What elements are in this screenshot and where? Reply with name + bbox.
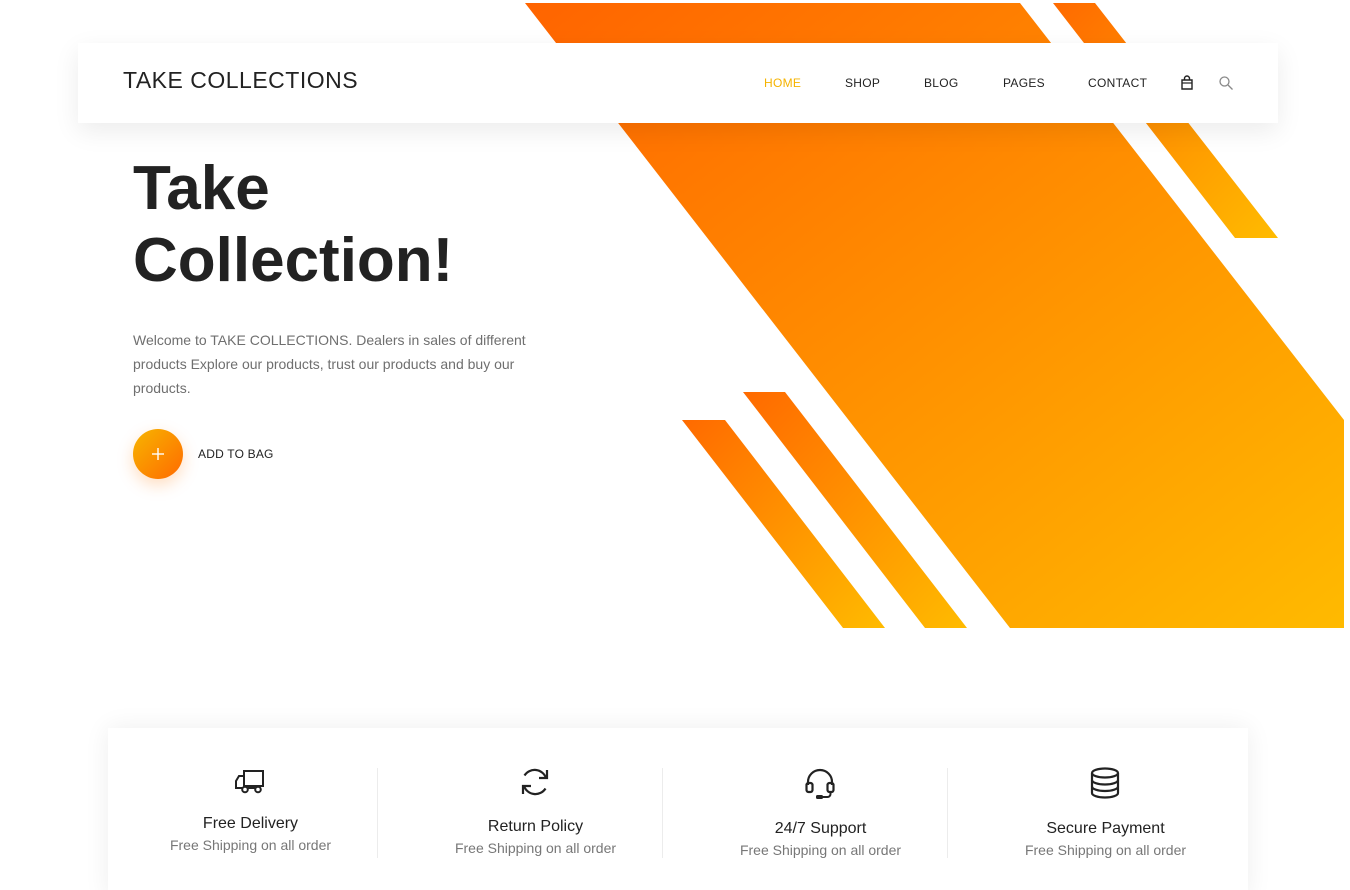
add-to-bag-button[interactable] [133, 429, 183, 479]
feature-title: 24/7 Support [774, 820, 867, 837]
feature-subtitle: Free Shipping on all order [1024, 842, 1187, 858]
nav-home[interactable]: HOME [764, 76, 801, 90]
brand-logo[interactable]: TAKE COLLECTIONS [123, 67, 358, 94]
hero-description: Welcome to TAKE COLLECTIONS. Dealers in … [133, 332, 526, 396]
shopping-bag-icon[interactable] [1179, 75, 1195, 91]
hero-title-line-2: Collection! [133, 226, 454, 295]
plus-icon [152, 448, 164, 460]
feature-secure-payment: Secure Payment Free Shipping on all orde… [963, 728, 1248, 890]
feature-divider [377, 768, 378, 858]
feature-divider [947, 768, 948, 858]
feature-title: Secure Payment [1046, 820, 1165, 837]
feature-title: Free Delivery [202, 815, 299, 832]
hero-title-line-1: Take [133, 154, 270, 223]
nav-contact[interactable]: CONTACT [1088, 76, 1147, 90]
nav-pages[interactable]: PAGES [1003, 76, 1045, 90]
top-navbar: TAKE COLLECTIONS HOME SHOP BLOG PAGES CO… [78, 43, 1278, 123]
feature-title: Return Policy [487, 818, 584, 835]
feature-free-delivery: Free Delivery Free Shipping on all order [108, 728, 393, 890]
refresh-icon [521, 768, 549, 796]
headset-icon [805, 768, 835, 799]
feature-subtitle: Free Shipping on all order [454, 840, 617, 856]
feature-subtitle: Free Shipping on all order [169, 837, 332, 853]
truck-icon [235, 770, 264, 794]
feature-return-policy: Return Policy Free Shipping on all order [393, 728, 678, 890]
search-icon[interactable] [1218, 75, 1234, 91]
feature-support: 24/7 Support Free Shipping on all order [678, 728, 963, 890]
feature-subtitle: Free Shipping on all order [739, 842, 902, 858]
add-to-bag-label[interactable]: ADD TO BAG [198, 447, 274, 461]
features-strip: Free Delivery Free Shipping on all order… [108, 728, 1248, 890]
hero-title: Take Collection! [133, 153, 593, 297]
nav-blog[interactable]: BLOG [924, 76, 959, 90]
feature-divider [662, 768, 663, 858]
nav-shop[interactable]: SHOP [845, 76, 880, 90]
database-icon [1090, 767, 1120, 799]
